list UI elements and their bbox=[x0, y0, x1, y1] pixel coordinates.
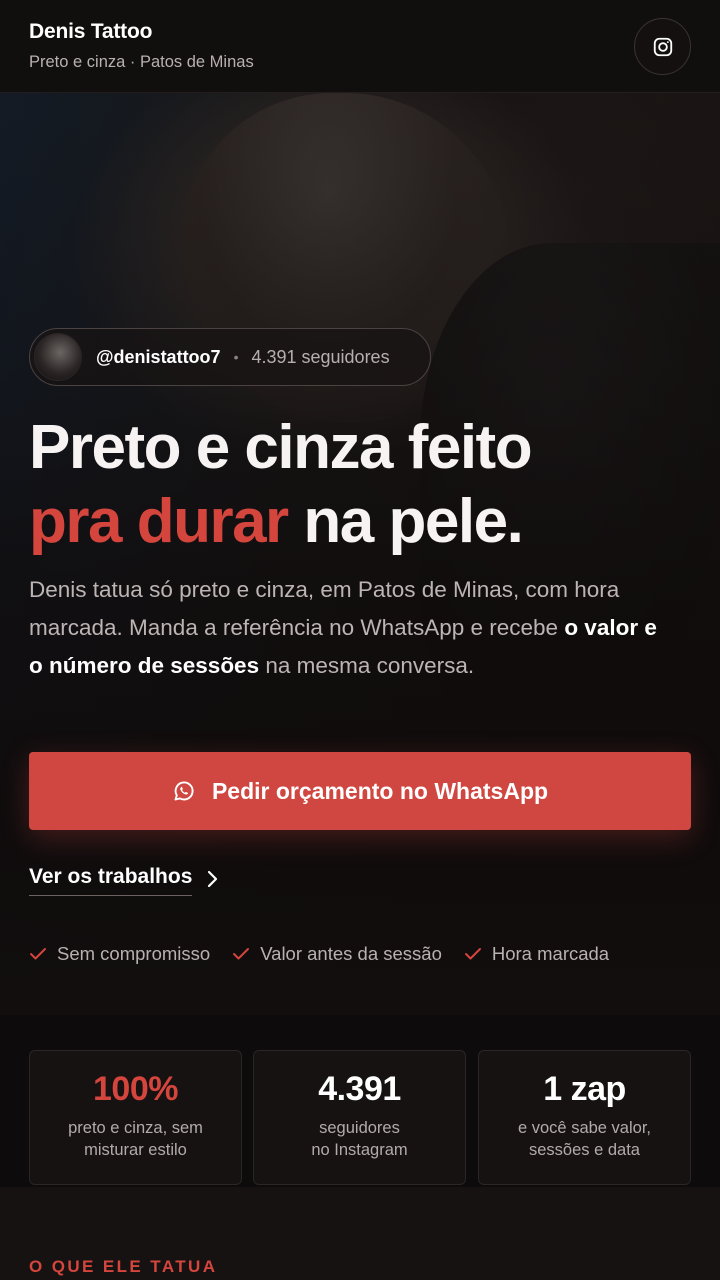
stats-section: 100% preto e cinza, sem misturar estilo … bbox=[0, 1015, 720, 1187]
headline-line-1: Preto e cinza feito bbox=[29, 413, 533, 482]
benefit-list: Sem compromisso Valor antes da sessão Ho… bbox=[29, 943, 631, 965]
stat-desc-line-1: preto e cinza, sem bbox=[68, 1119, 203, 1137]
instagram-profile-pill[interactable]: @denistattoo7 • 4.391 seguidores bbox=[29, 328, 431, 386]
instagram-icon bbox=[653, 37, 672, 56]
benefit-text: Valor antes da sessão bbox=[260, 943, 442, 964]
brand-subtitle: Preto e cinza · Patos de Minas bbox=[29, 53, 254, 71]
whatsapp-quote-button[interactable]: Pedir orçamento no WhatsApp bbox=[29, 752, 691, 830]
chevron-right-icon bbox=[208, 870, 218, 887]
styles-section: O QUE ELE TATUA bbox=[0, 1187, 720, 1280]
stat-desc-line-2: misturar estilo bbox=[84, 1141, 187, 1159]
hero-description: Denis tatua só preto e cinza, em Patos d… bbox=[29, 571, 669, 685]
benefit-text: Sem compromisso bbox=[57, 943, 211, 964]
benefit-text: Hora marcada bbox=[491, 943, 610, 964]
stat-value: 1 zap bbox=[543, 1070, 626, 1108]
stat-description: e você sabe valor, sessões e data bbox=[479, 1117, 690, 1161]
lede-part-2: na mesma conversa. bbox=[259, 653, 475, 678]
top-bar: Denis Tattoo Preto e cinza · Patos de Mi… bbox=[0, 0, 720, 93]
see-works-label: Ver os trabalhos bbox=[29, 865, 193, 896]
check-icon bbox=[464, 948, 481, 960]
see-works-link[interactable]: Ver os trabalhos bbox=[29, 865, 218, 896]
brand: Denis Tattoo Preto e cinza · Patos de Mi… bbox=[29, 20, 254, 72]
section-kicker: O QUE ELE TATUA bbox=[29, 1257, 218, 1276]
stat-card-followers: 4.391 seguidores no Instagram bbox=[253, 1050, 466, 1185]
profile-handle: @denistattoo7 bbox=[96, 346, 221, 367]
stat-description: preto e cinza, sem misturar estilo bbox=[30, 1117, 241, 1161]
headline-line-2: na pele. bbox=[287, 487, 523, 556]
lede-part-1: Denis tatua só preto e cinza, em Patos d… bbox=[29, 577, 620, 640]
stat-desc-line-2: no Instagram bbox=[311, 1141, 408, 1159]
whatsapp-icon bbox=[174, 781, 194, 801]
benefit-item: Valor antes da sessão bbox=[232, 943, 442, 965]
benefit-item: Hora marcada bbox=[464, 943, 609, 965]
stat-desc-line-1: e você sabe valor, bbox=[518, 1119, 651, 1137]
check-icon bbox=[233, 948, 250, 960]
stat-card-whatsapp: 1 zap e você sabe valor, sessões e data bbox=[478, 1050, 691, 1185]
instagram-button[interactable] bbox=[634, 18, 691, 75]
benefit-item: Sem compromisso bbox=[29, 943, 210, 965]
stat-desc-line-1: seguidores bbox=[319, 1119, 400, 1137]
stat-desc-line-2: sessões e data bbox=[529, 1141, 640, 1159]
stat-description: seguidores no Instagram bbox=[254, 1117, 465, 1161]
stat-card-style: 100% preto e cinza, sem misturar estilo bbox=[29, 1050, 242, 1185]
cta-label: Pedir orçamento no WhatsApp bbox=[211, 777, 549, 804]
hero-headline: Preto e cinza feito pra durar na pele. bbox=[29, 411, 533, 559]
hero-section: @denistattoo7 • 4.391 seguidores Preto e… bbox=[0, 93, 720, 1015]
check-icon bbox=[30, 948, 46, 960]
brand-name: Denis Tattoo bbox=[29, 20, 153, 43]
follower-count: 4.391 seguidores bbox=[251, 346, 390, 367]
stat-value: 100% bbox=[93, 1070, 178, 1108]
separator-dot: • bbox=[233, 349, 239, 365]
stat-value: 4.391 bbox=[318, 1070, 401, 1108]
avatar bbox=[34, 333, 82, 381]
headline-accent: pra durar bbox=[29, 487, 289, 556]
